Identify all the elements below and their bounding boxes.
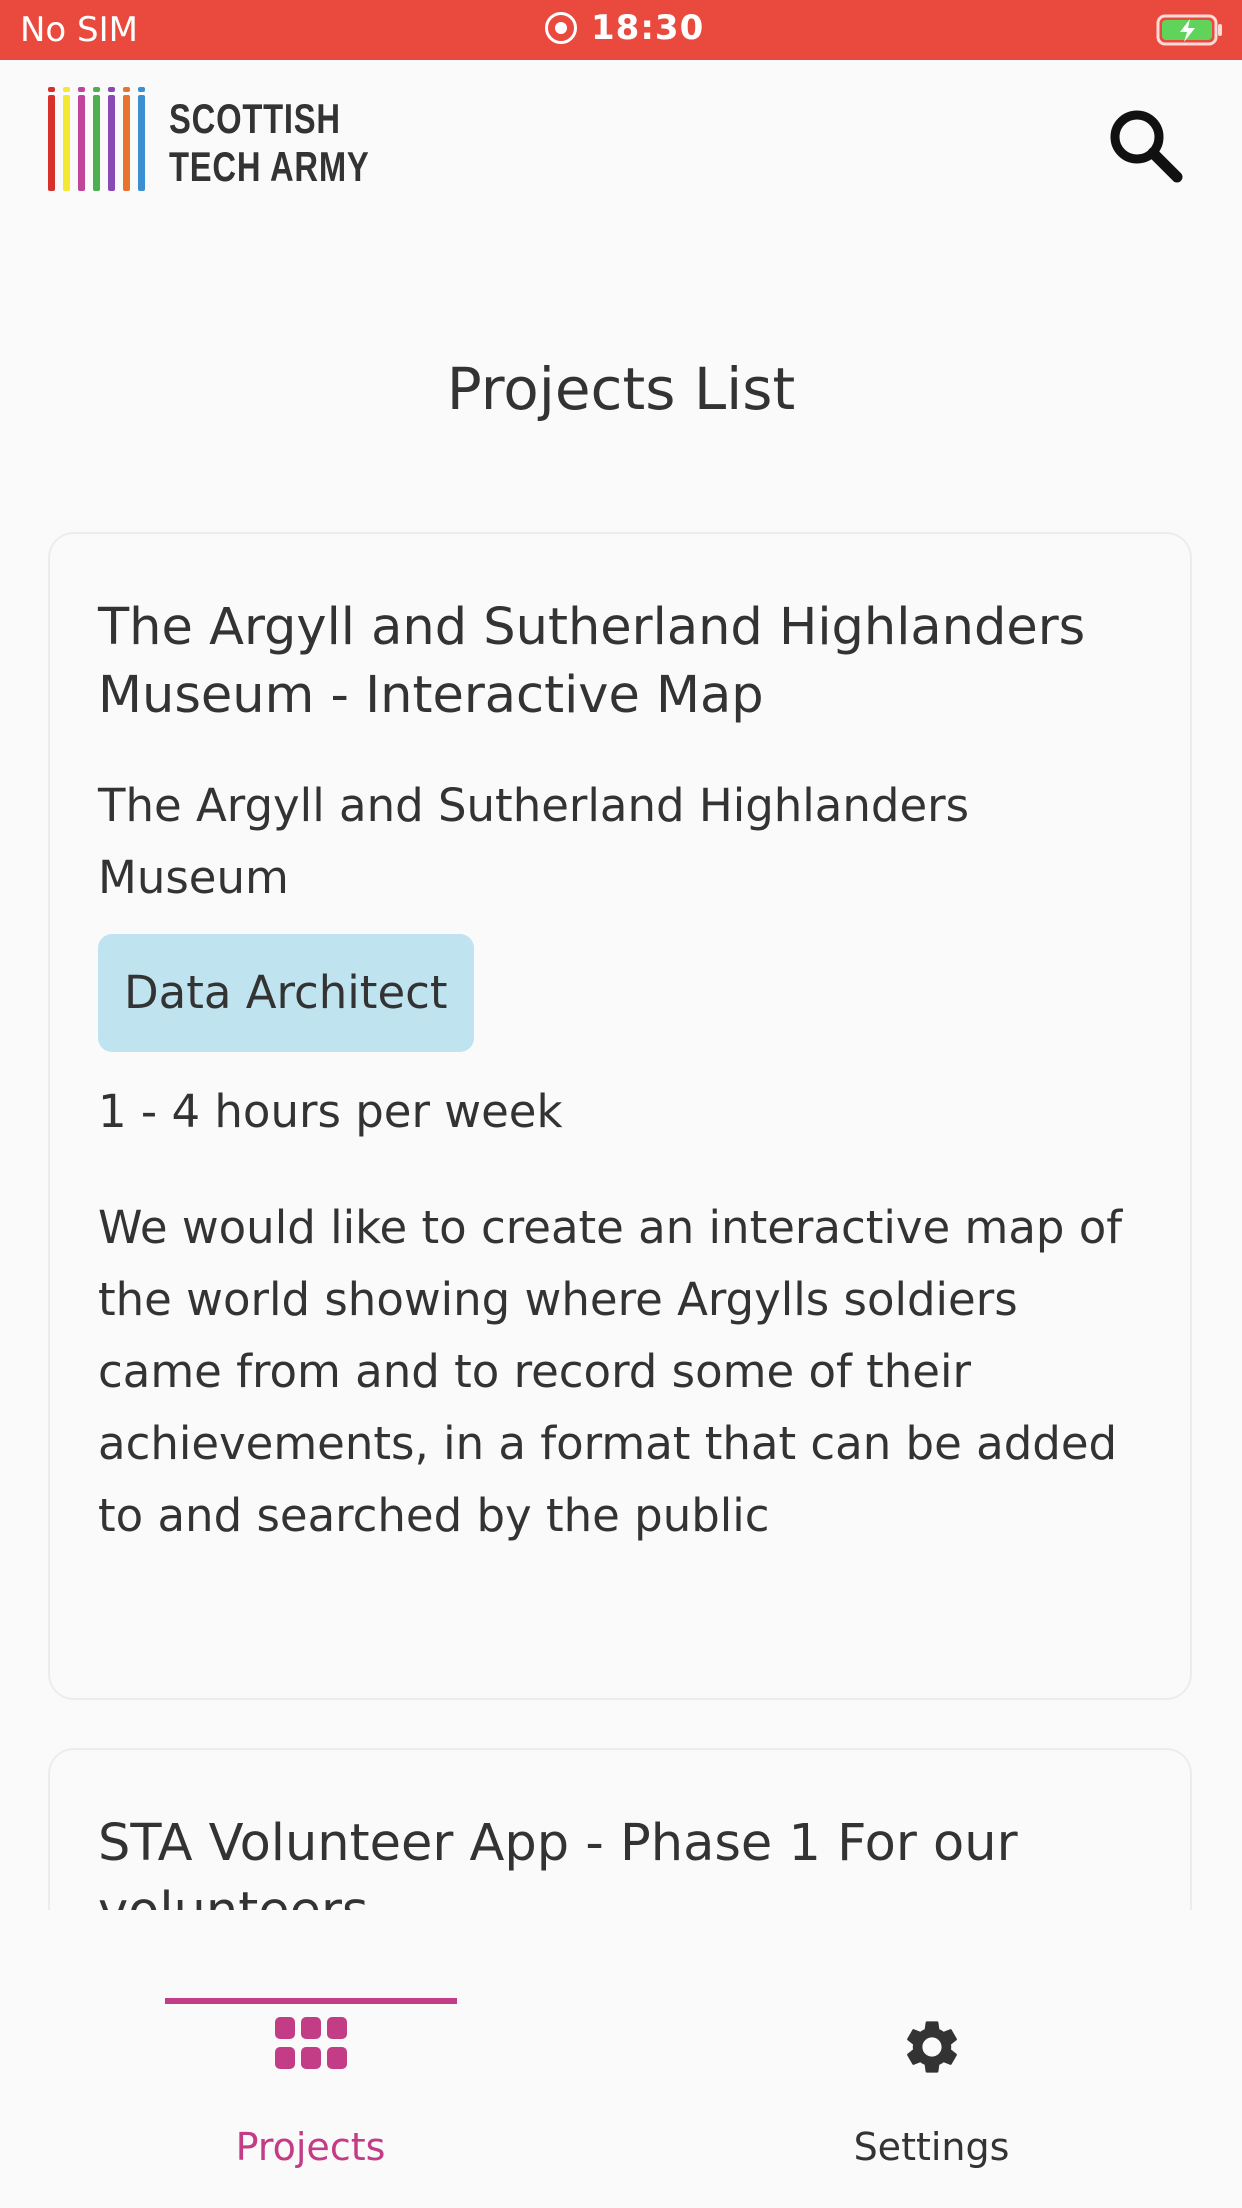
logo-bar-yellow [63, 87, 70, 191]
project-description: We would like to create an interactive m… [98, 1201, 1123, 1542]
sta-logo: SCOTTISH TECH ARMY [48, 87, 426, 191]
project-organisation: The Argyll and Sutherland Highlanders Mu… [98, 779, 970, 904]
project-card[interactable]: The Argyll and Sutherland Highlanders Mu… [48, 532, 1192, 1700]
logo-line-2: TECH ARMY [169, 143, 370, 190]
grid-icon [274, 2017, 347, 2069]
project-hours: 1 - 4 hours per week [98, 1085, 563, 1138]
projects-list[interactable]: The Argyll and Sutherland Highlanders Mu… [0, 530, 1242, 1910]
screen-record-icon [545, 12, 577, 44]
logo-line-1: SCOTTISH [169, 95, 341, 142]
search-button[interactable] [1105, 105, 1185, 185]
nav-tab-projects[interactable]: Projects [0, 1910, 621, 2208]
logo-bar-orange [123, 87, 130, 191]
project-title: STA Volunteer App - Phase 1 For our volu… [98, 1814, 1018, 1910]
status-time: 18:30 [545, 8, 704, 48]
gear-icon [906, 2021, 957, 2073]
clock: 18:30 [591, 8, 705, 48]
battery-charging-icon [1156, 14, 1222, 46]
logo-color-bars [48, 87, 153, 191]
project-card[interactable]: STA Volunteer App - Phase 1 For our volu… [48, 1748, 1192, 1910]
bottom-navigation: Projects Settings [0, 1910, 1242, 2208]
logo-bar-purple [108, 87, 115, 191]
search-icon [1110, 110, 1183, 183]
logo-bar-red [48, 87, 55, 191]
page-title: Projects List [446, 355, 796, 423]
role-chip: Data Architect [98, 934, 474, 1052]
logo-wordmark: SCOTTISH TECH ARMY [169, 95, 370, 191]
logo-bar-magenta [78, 87, 85, 191]
active-tab-indicator [165, 1998, 457, 2004]
nav-tab-projects-label: Projects [235, 2125, 386, 2169]
carrier-label: No SIM [20, 10, 138, 50]
nav-tab-settings-label: Settings [853, 2125, 1010, 2169]
status-bar: No SIM 18:30 [0, 0, 1242, 60]
logo-bar-green [93, 87, 100, 191]
nav-tab-settings[interactable]: Settings [621, 1910, 1242, 2208]
project-title: The Argyll and Sutherland Highlanders Mu… [98, 598, 1086, 725]
logo-bar-blue [138, 87, 145, 191]
